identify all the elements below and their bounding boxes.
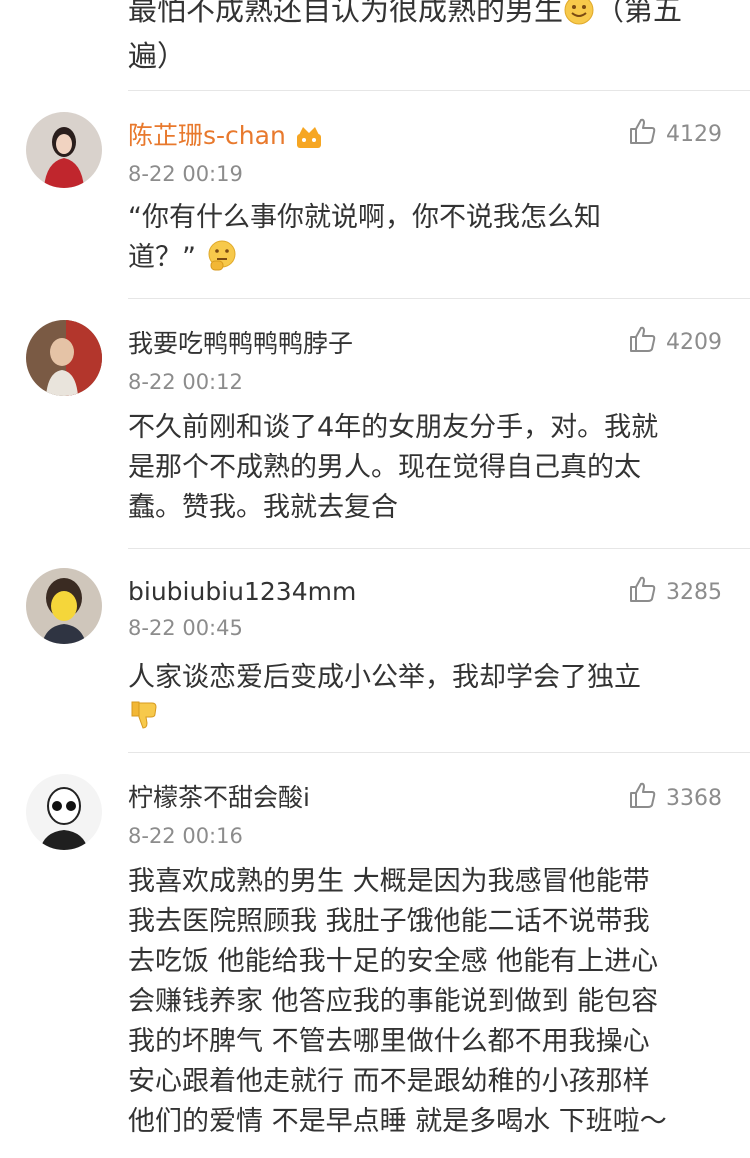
like-count: 3368 (666, 785, 722, 811)
like-count: 3285 (666, 579, 722, 605)
username-text: 陈芷珊s-chan (128, 121, 286, 150)
comment-text-line: 我去医院照顾我 我肚子饿他能二话不说带我 (128, 906, 650, 937)
previous-comment-text: 最怕不成熟还自认为很成熟的男生 （第五 遍） (128, 0, 728, 76)
comment-text: 人家谈恋爱后变成小公举，我却学会了独立 (128, 658, 728, 744)
comment-text-line: 蠢。赞我。我就去复合 (128, 492, 398, 523)
like-count: 4129 (666, 121, 722, 147)
comment-username[interactable]: 柠檬茶不甜会酸i (128, 782, 310, 814)
thumbs-up-icon (628, 780, 658, 816)
like-button[interactable]: 3285 (628, 576, 722, 608)
previous-comment-line-2: 遍） (128, 39, 187, 73)
divider (128, 90, 750, 91)
comment-text-line: 安心跟着他走就行 而不是跟幼稚的小孩那样 (128, 1066, 650, 1097)
comment-text-line: “你有什么事你就说啊，你不说我怎么知 (128, 202, 601, 233)
comment-text-line: 去吃饭 他能给我十足的安全感 他能有上进心 (128, 946, 659, 977)
comment-time: 8-22 00:45 (128, 616, 243, 640)
previous-comment-line-1: 最怕不成熟还自认为很成熟的男生 (128, 0, 564, 27)
comment-text-line: 他们的爱情 不是早点睡 就是多喝水 下班啦～ (128, 1106, 667, 1137)
thinking-emoji-icon (205, 238, 239, 284)
comment-text: 我喜欢成熟的男生 大概是因为我感冒他能带 我去医院照顾我 我肚子饿他能二话不说带… (128, 862, 728, 1142)
like-button[interactable]: 4129 (628, 118, 722, 150)
comment-time: 8-22 00:19 (128, 162, 243, 186)
previous-comment-line-1-tail: （第五 (595, 0, 683, 27)
comment-text-line: 我喜欢成熟的男生 大概是因为我感冒他能带 (128, 866, 650, 897)
thumbs-up-icon (628, 116, 658, 152)
comment-text-line: 道？” (128, 242, 196, 273)
avatar[interactable] (26, 112, 102, 188)
divider (128, 298, 750, 299)
comment-text-line: 我的坏脾气 不管去哪里做什么都不用我操心 (128, 1026, 650, 1057)
comment-text-line: 是那个不成熟的男人。现在觉得自己真的太 (128, 452, 641, 483)
comment-username[interactable]: 陈芷珊s-chan (128, 120, 324, 158)
avatar[interactable] (26, 774, 102, 850)
avatar[interactable] (26, 320, 102, 396)
thumbs-up-icon (628, 574, 658, 610)
smile-emoji-icon (563, 0, 595, 36)
vip-crown-icon (294, 124, 324, 158)
comment-text: 不久前刚和谈了4年的女朋友分手，对。我就 是那个不成熟的男人。现在觉得自己真的太… (128, 408, 728, 528)
comment-username[interactable]: 我要吃鸭鸭鸭鸭脖子 (128, 328, 353, 360)
like-button[interactable]: 3368 (628, 782, 722, 814)
thumbs-up-icon (628, 324, 658, 360)
divider (128, 548, 750, 549)
thumbs-down-emoji-icon (128, 698, 162, 744)
comment-text-line: 不久前刚和谈了4年的女朋友分手，对。我就 (128, 412, 659, 443)
comment-username[interactable]: biubiubiu1234mm (128, 576, 356, 608)
avatar[interactable] (26, 568, 102, 644)
comment-time: 8-22 00:12 (128, 370, 243, 394)
comment-text: “你有什么事你就说啊，你不说我怎么知 道？” (128, 198, 728, 284)
like-button[interactable]: 4209 (628, 326, 722, 358)
comment-text-line: 人家谈恋爱后变成小公举，我却学会了独立 (128, 662, 641, 693)
like-count: 4209 (666, 329, 722, 355)
divider (128, 752, 750, 753)
comment-time: 8-22 00:16 (128, 824, 243, 848)
comment-text-line: 会赚钱养家 他答应我的事能说到做到 能包容 (128, 986, 659, 1017)
